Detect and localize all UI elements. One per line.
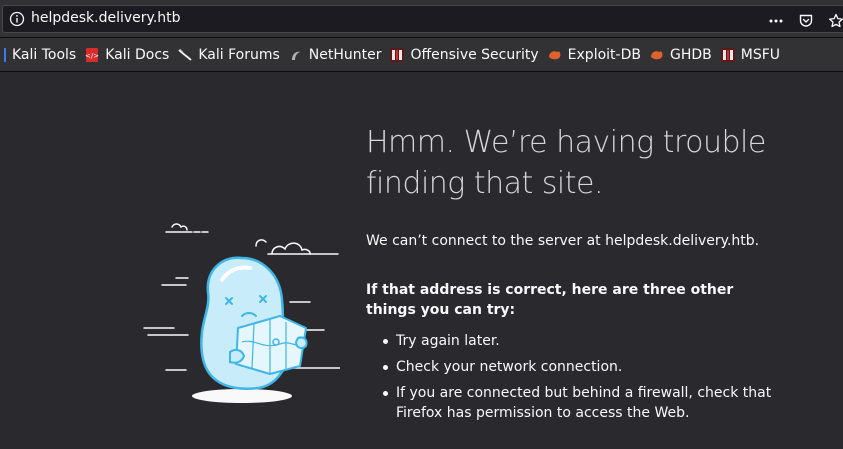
bookmark-label: NetHunter — [308, 46, 382, 63]
bookmark-nethunter[interactable]: NetHunter — [285, 42, 387, 68]
offsec-icon — [390, 47, 405, 62]
bookmark-label: Kali Docs — [105, 46, 170, 63]
svg-text:</>: </> — [85, 52, 99, 60]
page-actions — [768, 13, 843, 29]
bookmark-kali-tools[interactable]: Kali Tools — [0, 42, 81, 68]
tip-item: If you are connected but behind a firewa… — [381, 383, 801, 423]
url-field[interactable]: helpdesk.delivery.htb — [2, 5, 843, 33]
bookmark-kali-forums[interactable]: Kali Forums — [174, 42, 284, 68]
bookmark-ghdb[interactable]: GHDB — [646, 42, 717, 68]
bookmark-exploit-db[interactable]: Exploit-DB — [544, 42, 646, 68]
msfu-icon — [720, 47, 735, 62]
bookmarks-toolbar: Kali Tools </> Kali Docs Kali Forums Net… — [0, 38, 843, 72]
ghdb-icon — [650, 50, 663, 59]
pocket-icon[interactable] — [798, 13, 814, 29]
more-actions-icon[interactable] — [768, 13, 784, 29]
nethunter-icon — [291, 51, 300, 60]
kali-icon — [4, 47, 6, 62]
kali-forums-icon — [178, 48, 192, 61]
tip-item: Check your network connection. — [381, 357, 801, 377]
bookmark-label: Kali Forums — [198, 46, 280, 63]
info-icon[interactable] — [9, 11, 25, 27]
tip-item: Try again later. — [381, 331, 801, 351]
bookmark-offensive-security[interactable]: Offensive Security — [386, 42, 543, 68]
tips-list: Try again later. Check your network conn… — [381, 331, 801, 429]
url-bar-container: helpdesk.delivery.htb — [0, 0, 843, 38]
kali-docs-icon: </> — [85, 47, 99, 62]
lost-creature-illustration — [143, 223, 340, 403]
bookmark-kali-docs[interactable]: </> Kali Docs — [81, 42, 174, 68]
bookmark-label: Exploit-DB — [567, 46, 641, 63]
bookmark-label: GHDB — [669, 46, 712, 63]
error-page: Hmm. We’re having trouble finding that s… — [0, 72, 843, 449]
bookmark-label: Kali Tools — [12, 46, 77, 63]
bookmark-label: Offensive Security — [410, 46, 539, 63]
exploit-db-icon — [548, 50, 561, 59]
bookmark-star-icon[interactable] — [828, 13, 843, 29]
bookmark-msfu[interactable]: MSFU — [717, 42, 785, 68]
url-text[interactable]: helpdesk.delivery.htb — [31, 10, 181, 26]
page-title: Hmm. We’re having trouble finding that s… — [366, 125, 766, 201]
tips-heading: If that address is correct, here are thr… — [366, 282, 734, 318]
error-description: We can’t connect to the server at helpde… — [366, 233, 760, 249]
bookmark-label: MSFU — [740, 46, 780, 63]
